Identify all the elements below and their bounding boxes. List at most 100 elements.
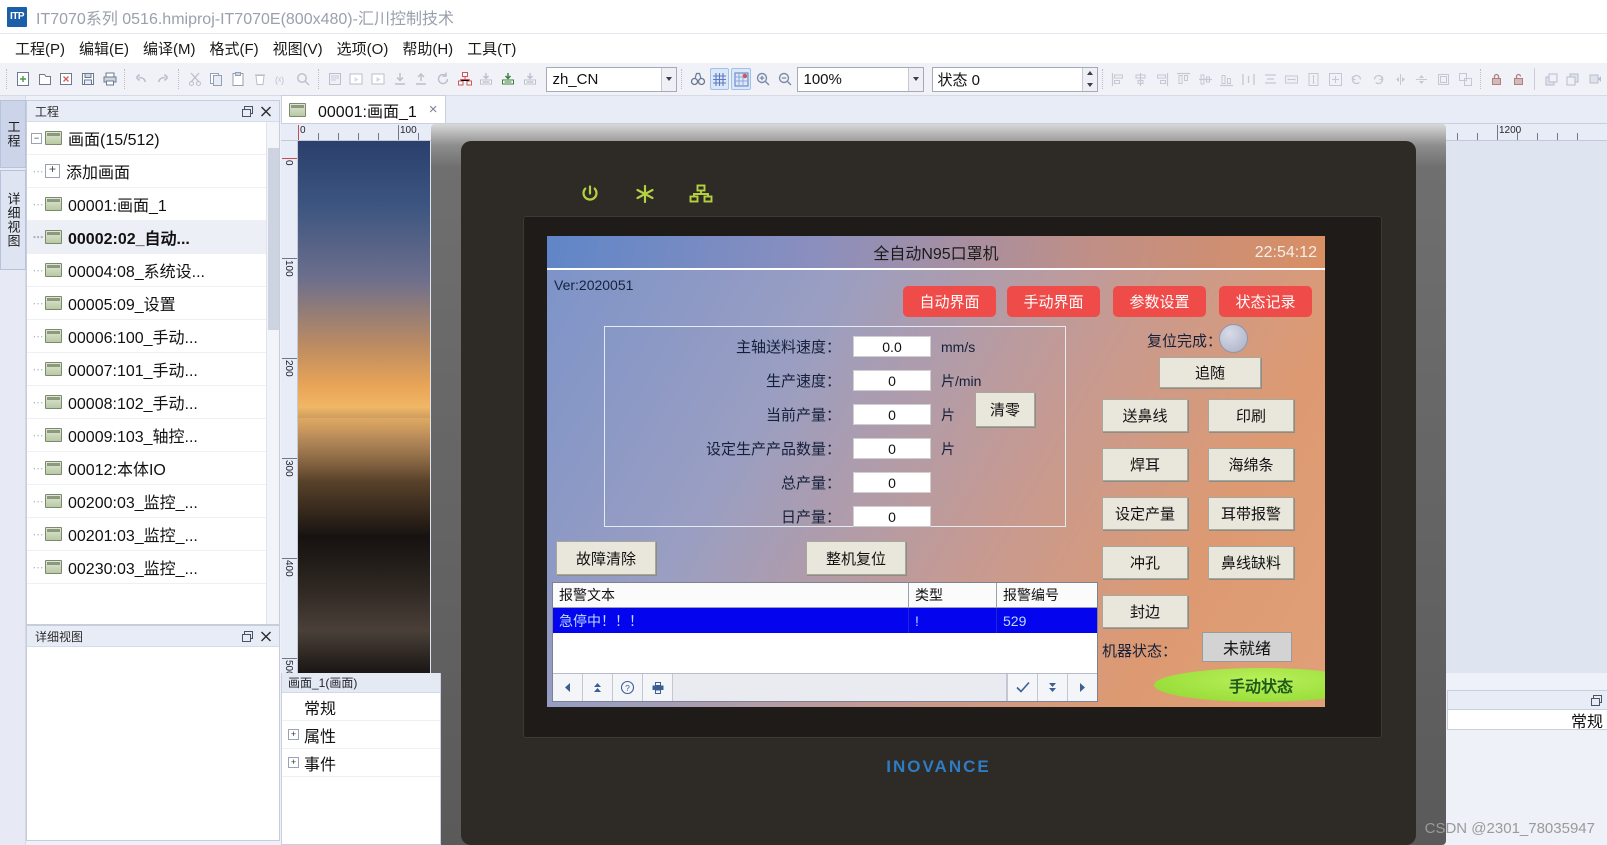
tree-root-screens[interactable]: − 画面(15/512) — [27, 122, 279, 155]
flip-h-icon[interactable] — [1390, 68, 1410, 90]
alarm-next-icon[interactable] — [1067, 674, 1097, 701]
tree-item-00012[interactable]: ⋯ 00012:本体IO — [27, 452, 279, 485]
alarm-scroll-down-icon[interactable] — [1037, 674, 1067, 701]
lock-icon[interactable] — [1487, 68, 1507, 90]
rotate-left-icon[interactable] — [1347, 68, 1367, 90]
param-value[interactable]: 0 — [853, 370, 931, 391]
distribute-v-icon[interactable] — [1260, 68, 1280, 90]
compile-icon[interactable] — [325, 68, 345, 90]
param-value[interactable]: 0 — [853, 404, 931, 425]
alarm-help-icon[interactable]: ? — [613, 674, 643, 701]
param-value[interactable]: 0 — [853, 438, 931, 459]
save-icon[interactable] — [78, 68, 98, 90]
tree-item-00201[interactable]: ⋯ 00201:03_监控_... — [27, 518, 279, 551]
alarm-prev-icon[interactable] — [553, 674, 583, 701]
same-size-icon[interactable] — [1325, 68, 1345, 90]
align-right-icon[interactable] — [1152, 68, 1172, 90]
spin-up-icon[interactable] — [1083, 68, 1097, 80]
func-button-earloop-alarm[interactable]: 耳带报警 — [1208, 497, 1294, 530]
project-tree-scrollbar[interactable] — [266, 122, 279, 624]
send-back-icon[interactable] — [1563, 68, 1583, 90]
func-button-ear-weld[interactable]: 焊耳 — [1102, 448, 1188, 481]
zoom-out-icon[interactable] — [775, 68, 795, 90]
rotate-right-icon[interactable] — [1369, 68, 1389, 90]
unlock-icon[interactable] — [1509, 68, 1529, 90]
vtab-detail-view[interactable]: 详细视图 — [0, 170, 26, 270]
func-button-edge-sealing[interactable]: 封边 — [1102, 595, 1188, 628]
param-value[interactable]: 0.0 — [853, 336, 931, 357]
detail-row-properties[interactable]: + 属性 — [282, 721, 440, 749]
machine-reset-button[interactable]: 整机复位 — [806, 541, 906, 575]
tree-item-00200[interactable]: ⋯ 00200:03_监控_... — [27, 485, 279, 518]
menu-project[interactable]: 工程(P) — [8, 35, 72, 62]
expand-icon[interactable]: + — [288, 729, 299, 740]
download-icon[interactable] — [390, 68, 410, 90]
same-width-icon[interactable] — [1282, 68, 1302, 90]
tree-item-00006[interactable]: ⋯ 00006:100_手动... — [27, 320, 279, 353]
language-select[interactable]: zh_CN — [546, 66, 678, 92]
close-icon[interactable] — [257, 628, 275, 644]
copy-icon[interactable] — [206, 68, 226, 90]
align-top-icon[interactable] — [1174, 68, 1194, 90]
delete-icon[interactable] — [250, 68, 270, 90]
tree-item-00004[interactable]: ⋯ 00004:08_系统设... — [27, 254, 279, 287]
paste-icon[interactable] — [228, 68, 248, 90]
vtab-project[interactable]: 工程 — [0, 100, 26, 168]
grid-icon[interactable] — [709, 68, 730, 90]
align-center-h-icon[interactable] — [1130, 68, 1150, 90]
func-button-printing[interactable]: 印刷 — [1208, 399, 1294, 432]
align-left-icon[interactable] — [1109, 68, 1129, 90]
func-button-nose-wire-lack[interactable]: 鼻线缺料 — [1208, 546, 1294, 579]
network-config-icon[interactable] — [455, 68, 475, 90]
tab-close-icon[interactable]: × — [423, 101, 438, 118]
param-value[interactable]: 0 — [853, 506, 931, 527]
replace-icon[interactable]: (ᵡ) — [271, 68, 291, 90]
detail-row-general[interactable]: 常规 — [282, 693, 440, 721]
fault-clear-button[interactable]: 故障清除 — [556, 541, 656, 575]
alarm-scroll-up-icon[interactable] — [583, 674, 613, 701]
refresh-icon[interactable] — [433, 68, 453, 90]
alarm-table[interactable]: 报警文本 类型 报警编号 急停中！！！ ! 529 ? — [552, 582, 1098, 702]
status-pill-manual[interactable]: 手动状态 — [1154, 668, 1325, 702]
distribute-h-icon[interactable] — [1239, 68, 1259, 90]
cut-icon[interactable] — [185, 68, 205, 90]
align-bottom-icon[interactable] — [1217, 68, 1237, 90]
func-button-nose-wire[interactable]: 送鼻线 — [1102, 399, 1188, 432]
spinner-buttons[interactable] — [1081, 67, 1097, 91]
func-button-set-output[interactable]: 设定产量 — [1102, 497, 1188, 530]
zoom-in-icon[interactable] — [753, 68, 773, 90]
redo-icon[interactable] — [153, 68, 173, 90]
bring-front-icon[interactable] — [1541, 68, 1561, 90]
align-middle-icon[interactable] — [1195, 68, 1215, 90]
simulate-online-icon[interactable] — [368, 68, 388, 90]
menu-options[interactable]: 选项(O) — [330, 35, 396, 62]
follow-button[interactable]: 追随 — [1159, 357, 1261, 388]
expand-icon[interactable]: + — [288, 757, 299, 768]
nav-button-statuslog[interactable]: 状态记录 — [1219, 286, 1312, 317]
state-spinner[interactable]: 状态 0 — [931, 66, 1098, 92]
ungroup-icon[interactable] — [1455, 68, 1475, 90]
simulate-offline-icon[interactable] — [346, 68, 366, 90]
menu-help[interactable]: 帮助(H) — [395, 35, 460, 62]
upload-icon[interactable] — [411, 68, 431, 90]
open-project-icon[interactable] — [35, 68, 55, 90]
detail-property-tree[interactable]: 画面_1(画面) 常规 + 属性 + 事件 — [281, 673, 441, 845]
float-icon[interactable] — [239, 628, 257, 644]
float-icon[interactable] — [239, 103, 257, 119]
group-icon[interactable] — [1434, 68, 1454, 90]
menu-compile[interactable]: 编译(M) — [136, 35, 203, 62]
hmi-screen[interactable]: 全自动N95口罩机 22:54:12 Ver:2020051 自动界面 手动界面… — [547, 236, 1325, 707]
scrollbar-thumb[interactable] — [268, 148, 279, 330]
chevron-down-icon[interactable] — [661, 67, 677, 91]
binocular-icon[interactable] — [688, 68, 708, 90]
move-forward-icon[interactable] — [1585, 68, 1605, 90]
menu-format[interactable]: 格式(F) — [203, 35, 266, 62]
spin-down-icon[interactable] — [1083, 79, 1097, 91]
tree-item-00008[interactable]: ⋯ 00008:102_手动... — [27, 386, 279, 419]
tab-screen-00001[interactable]: 00001:画面_1 × — [281, 95, 446, 123]
func-button-punching[interactable]: 冲孔 — [1102, 546, 1188, 579]
alarm-ack-icon[interactable] — [1007, 674, 1037, 701]
device-update-icon[interactable] — [498, 68, 518, 90]
clear-counter-button[interactable]: 清零 — [975, 392, 1035, 427]
chevron-down-icon[interactable] — [907, 67, 923, 91]
